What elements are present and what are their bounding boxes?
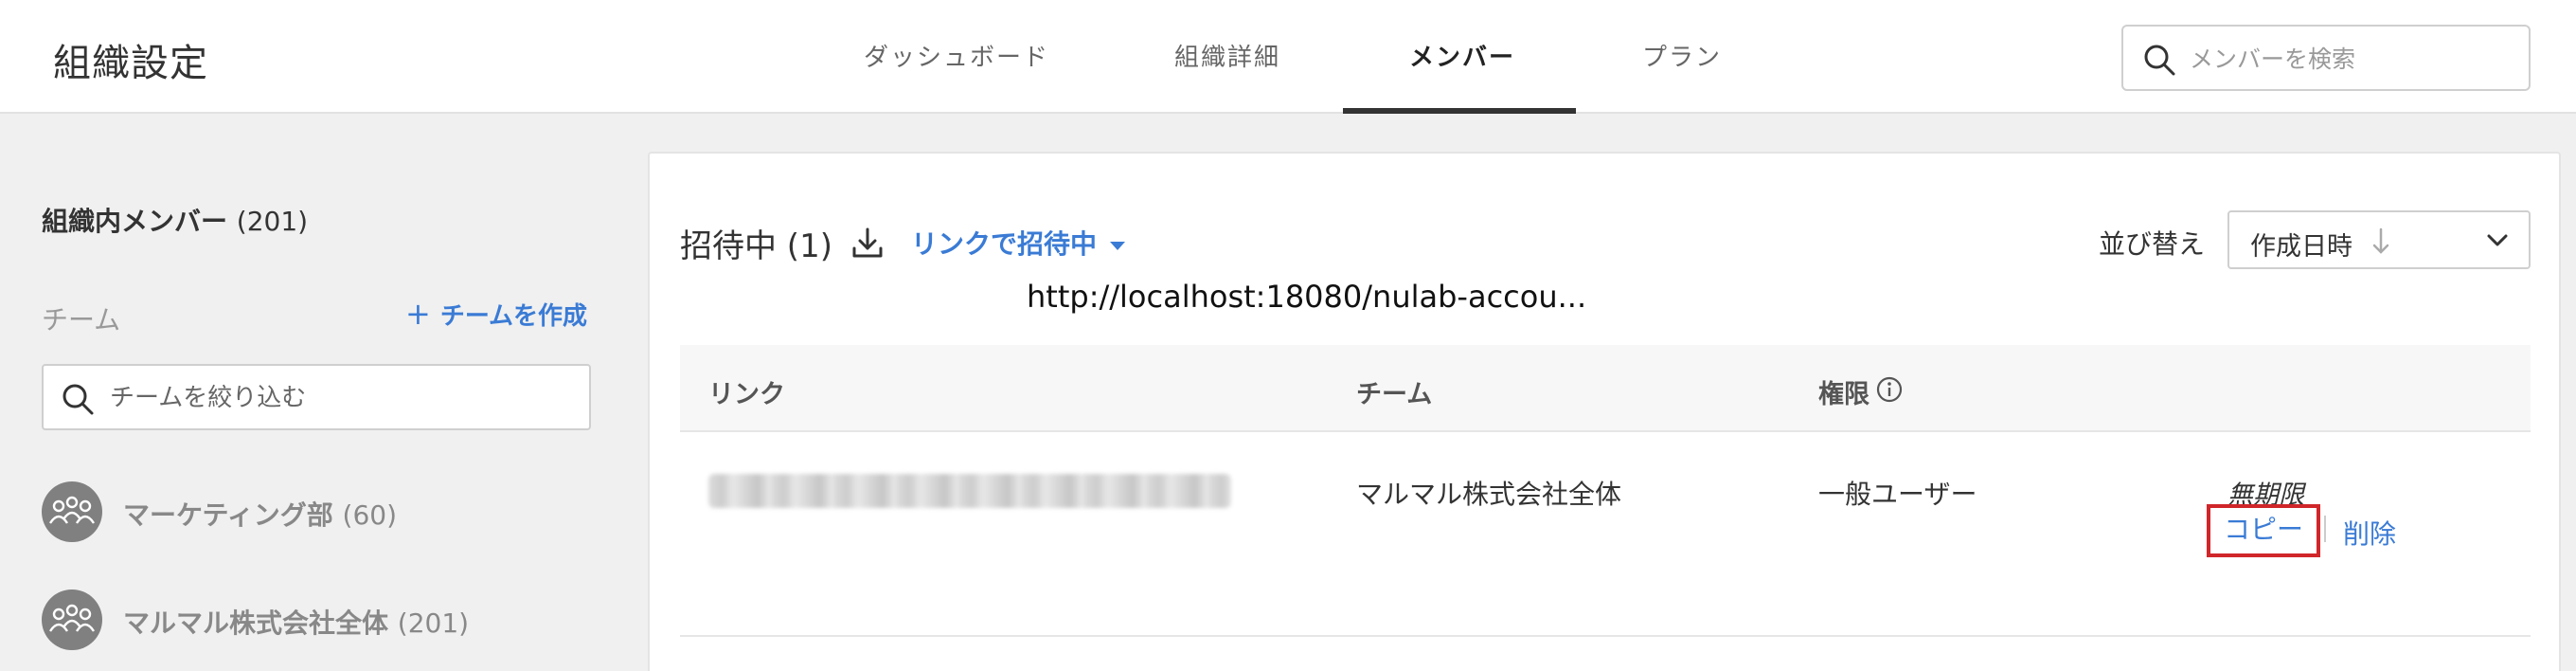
team-icon xyxy=(48,496,96,524)
column-header-link: リンク xyxy=(708,380,785,409)
sort-label: 並び替え xyxy=(2099,228,2206,260)
table-cell-role: 一般ユーザー xyxy=(1818,479,1977,510)
invite-link-blurred xyxy=(708,474,1231,508)
caret-down-icon xyxy=(1110,241,1126,250)
download-icon[interactable] xyxy=(849,224,886,262)
arrow-down-icon xyxy=(2372,227,2389,254)
tab-members[interactable]: メンバー xyxy=(1409,38,1515,73)
search-icon xyxy=(63,384,94,415)
top-header: 組織設定 ダッシュボード 組織詳細 メンバー プラン xyxy=(0,0,2576,114)
team-count: (60) xyxy=(342,499,397,531)
sort-select[interactable]: 作成日時 xyxy=(2227,210,2531,269)
team-item-marketing[interactable]: マーケティング部 (60) xyxy=(42,481,591,542)
team-name: マーケティング部 xyxy=(123,499,333,531)
row-divider xyxy=(680,635,2531,637)
column-header-team: チーム xyxy=(1356,380,1433,409)
create-team-label: チームを作成 xyxy=(439,302,588,331)
table-cell-team: マルマル株式会社全体 xyxy=(1356,479,1622,510)
delete-invite-button[interactable]: 削除 xyxy=(2343,514,2396,552)
create-team-button[interactable]: + チームを作成 xyxy=(405,296,587,332)
team-item-label: マルマル株式会社全体 (201) xyxy=(123,603,469,641)
team-section-label: チーム xyxy=(42,304,121,336)
team-item-whole-company[interactable]: マルマル株式会社全体 (201) xyxy=(42,589,591,650)
team-count: (201) xyxy=(397,608,470,639)
active-tab-indicator xyxy=(1343,108,1576,114)
chevron-down-icon xyxy=(2487,234,2508,246)
pending-invites-title: 招待中 (1) xyxy=(680,227,832,265)
member-search-input[interactable] xyxy=(2190,40,2512,78)
table-header: リンク チーム 権限 xyxy=(680,345,2531,432)
plus-icon: + xyxy=(405,296,431,332)
column-header-role: 権限 xyxy=(1818,380,1869,409)
team-avatar xyxy=(42,481,102,542)
org-members-label: 組織内メンバー xyxy=(42,206,228,237)
team-icon xyxy=(48,604,96,632)
member-search[interactable] xyxy=(2121,25,2531,91)
copy-link-button[interactable]: コピー xyxy=(2207,504,2320,557)
tab-dashboard[interactable]: ダッシュボード xyxy=(864,38,1049,73)
org-members-heading[interactable]: 組織内メンバー (201) xyxy=(42,201,308,239)
team-item-label: マーケティング部 (60) xyxy=(123,495,397,533)
team-filter[interactable] xyxy=(42,364,591,430)
tab-plan[interactable]: プラン xyxy=(1642,38,1722,73)
invite-url-tooltip: http://localhost:18080/nulab-accou... xyxy=(1027,279,1587,315)
tab-org-details[interactable]: 組織詳細 xyxy=(1174,38,1280,73)
info-icon[interactable] xyxy=(1875,375,1904,404)
invite-by-link-dropdown[interactable]: リンクで招待中 xyxy=(911,224,1126,262)
page-title: 組織設定 xyxy=(53,42,208,85)
invite-by-link-label: リンクで招待中 xyxy=(911,228,1098,260)
team-avatar xyxy=(42,589,102,650)
team-name: マルマル株式会社全体 xyxy=(123,608,389,639)
org-members-count: (201) xyxy=(236,206,309,237)
action-separator xyxy=(2324,516,2326,542)
team-filter-input[interactable] xyxy=(110,379,574,417)
search-icon xyxy=(2144,45,2175,76)
sort-value: 作成日時 xyxy=(2250,232,2352,262)
